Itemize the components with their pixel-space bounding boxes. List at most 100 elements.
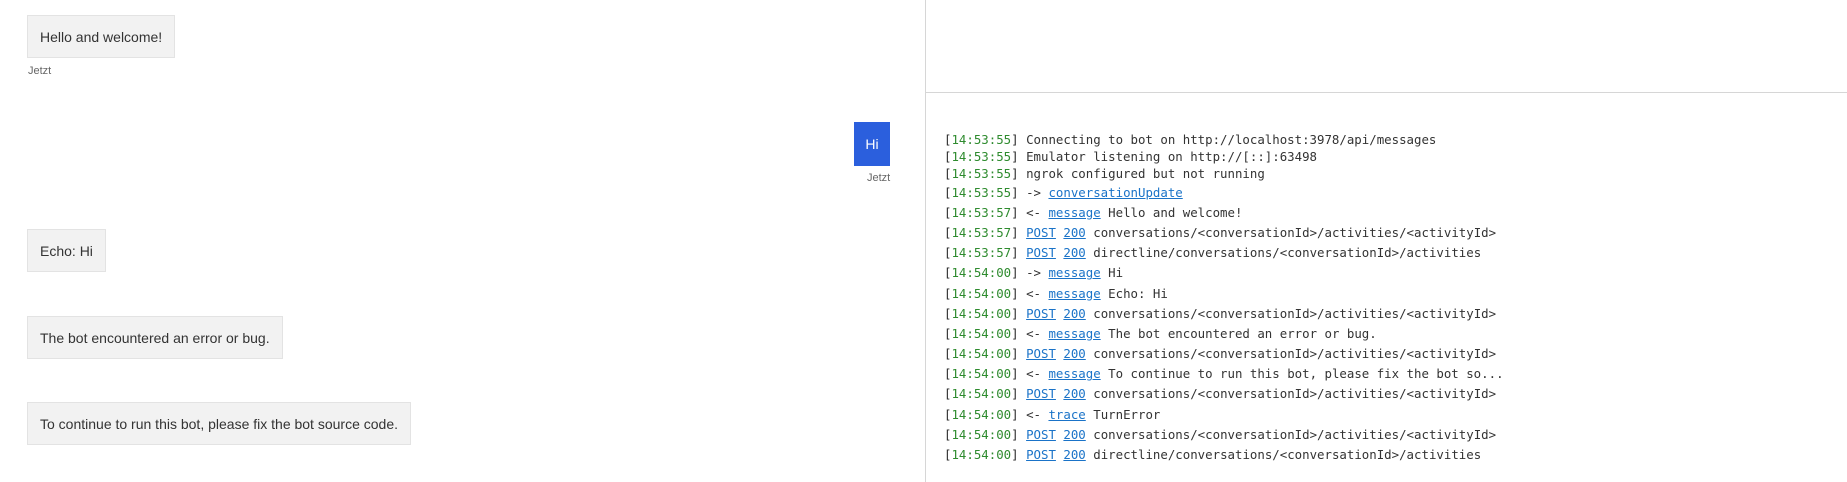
chat-transcript: Hello and welcome! Jetzt Hi Jetzt Echo: … — [0, 0, 925, 482]
log-bracket: ] — [1011, 366, 1027, 382]
log-timestamp: 14:54:00 — [951, 325, 1012, 341]
log-timestamp: 14:54:00 — [951, 346, 1012, 362]
log-direction: <- — [1026, 204, 1041, 220]
log-status-link[interactable]: 200 — [1063, 346, 1085, 361]
log-activity-link[interactable]: POST — [1026, 306, 1056, 321]
log-activity-link[interactable]: message — [1048, 265, 1100, 280]
log-entry: [14:53:55] ngrok configured but not runn… — [944, 165, 1504, 182]
log-timestamp: 14:53:55 — [951, 166, 1012, 182]
log-text: Hello and welcome! — [1108, 204, 1243, 220]
log-entry: [14:53:57] <- message Hello and welcome! — [944, 203, 1504, 223]
bot-message-bubble[interactable]: The bot encountered an error or bug. — [27, 316, 283, 359]
log-panel: [14:53:55] Connecting to bot on http://l… — [926, 93, 1847, 482]
log-text: conversations/<conversationId>/activitie… — [1093, 386, 1497, 402]
log-text: Hi — [1108, 265, 1124, 281]
log-timestamp: 14:53:55 — [951, 132, 1012, 147]
log-text: ngrok configured but not running — [1026, 166, 1265, 182]
log-activity-link[interactable]: POST — [1026, 346, 1056, 361]
log-activity-link[interactable]: POST — [1026, 245, 1056, 260]
log-entry: [14:54:00] POST 200 conversations/<conve… — [944, 344, 1504, 364]
log-timestamp: 14:54:00 — [951, 426, 1012, 442]
log-timestamp: 14:53:57 — [951, 224, 1012, 240]
log-bracket: ] — [1011, 166, 1027, 182]
log-text: Echo: Hi — [1108, 285, 1168, 301]
log-text: conversations/<conversationId>/activitie… — [1093, 426, 1497, 442]
log-entry: [14:54:00] POST 200 conversations/<conve… — [944, 304, 1504, 324]
log-activity-link[interactable]: POST — [1026, 427, 1056, 442]
log-activity-link[interactable]: POST — [1026, 225, 1056, 240]
log-bracket: ] — [1011, 386, 1027, 402]
log-text: Connecting to bot on http://localhost:39… — [1026, 132, 1437, 147]
log-timestamp: 14:54:00 — [951, 447, 1012, 462]
log-entry: [14:54:00] <- message The bot encountere… — [944, 324, 1504, 344]
log-timestamp: 14:53:57 — [951, 204, 1012, 220]
message-text: Hi — [865, 136, 879, 152]
log-activity-link[interactable]: message — [1048, 366, 1100, 381]
log-bracket: ] — [1011, 224, 1027, 240]
log-bracket: ] — [1011, 285, 1027, 301]
bot-message-bubble[interactable]: Echo: Hi — [27, 229, 106, 272]
log-activity-link[interactable]: message — [1048, 286, 1100, 301]
user-message-bubble[interactable]: Hi — [854, 122, 890, 166]
log-activity-link[interactable]: message — [1048, 326, 1100, 341]
log-status-link[interactable]: 200 — [1063, 447, 1085, 462]
log-text: conversations/<conversationId>/activitie… — [1093, 346, 1497, 362]
log-entry: [14:53:55] -> conversationUpdate — [944, 183, 1504, 203]
log-direction: <- — [1026, 406, 1041, 422]
log-bracket: ] — [1011, 184, 1027, 200]
log-bracket: ] — [1011, 132, 1027, 147]
log-timestamp: 14:54:00 — [951, 386, 1012, 402]
log-bracket: ] — [1011, 406, 1027, 422]
log-timestamp: 14:54:00 — [951, 285, 1012, 301]
log-direction: -> — [1026, 265, 1041, 281]
log-entry: [14:53:57] POST 200 directline/conversat… — [944, 243, 1504, 263]
log-text: To continue to run this bot, please fix … — [1108, 366, 1504, 382]
message-text: Echo: Hi — [40, 243, 93, 259]
log-bracket: ] — [1011, 447, 1027, 462]
log-status-link[interactable]: 200 — [1063, 427, 1085, 442]
log-entry: [14:54:00] <- message To continue to run… — [944, 364, 1504, 384]
bot-message-bubble[interactable]: Hello and welcome! — [27, 15, 176, 58]
message-timestamp: Jetzt — [28, 65, 52, 77]
log-list: [14:53:55] Connecting to bot on http://l… — [944, 131, 1504, 465]
log-entry: [14:54:00] POST 200 directline/conversat… — [944, 445, 1504, 465]
log-bracket: ] — [1011, 245, 1027, 261]
log-status-link[interactable]: 200 — [1063, 306, 1085, 321]
log-direction: -> — [1026, 184, 1041, 200]
log-entry: [14:54:00] <- message Echo: Hi — [944, 284, 1504, 304]
message-text: To continue to run this bot, please fix … — [40, 416, 398, 432]
log-activity-link[interactable]: trace — [1048, 407, 1085, 422]
log-timestamp: 14:54:00 — [951, 406, 1012, 422]
log-text: The bot encountered an error or bug. — [1108, 325, 1377, 341]
log-bracket: ] — [1011, 204, 1027, 220]
log-activity-link[interactable]: conversationUpdate — [1048, 185, 1182, 200]
log-bracket: ] — [1011, 346, 1027, 362]
log-activity-link[interactable]: POST — [1026, 386, 1056, 401]
log-timestamp: 14:53:55 — [951, 149, 1012, 165]
log-direction: <- — [1026, 325, 1041, 341]
log-activity-link[interactable]: message — [1048, 205, 1100, 220]
message-text: Hello and welcome! — [40, 29, 163, 45]
log-entry: [14:54:00] -> message Hi — [944, 263, 1504, 283]
log-text: directline/conversations/<conversationId… — [1093, 245, 1482, 261]
message-timestamp: Jetzt — [867, 172, 891, 184]
log-status-link[interactable]: 200 — [1063, 225, 1085, 240]
log-text: conversations/<conversationId>/activitie… — [1093, 224, 1497, 240]
log-direction: <- — [1026, 285, 1041, 301]
log-direction: <- — [1026, 366, 1041, 382]
message-text: The bot encountered an error or bug. — [40, 330, 270, 346]
log-text: Emulator listening on http://[::]:63498 — [1026, 149, 1318, 165]
log-bracket: ] — [1011, 265, 1027, 281]
log-status-link[interactable]: 200 — [1063, 386, 1085, 401]
log-status-link[interactable]: 200 — [1063, 245, 1085, 260]
log-entry: [14:53:57] POST 200 conversations/<conve… — [944, 223, 1504, 243]
log-bracket: ] — [1011, 149, 1027, 165]
log-entry: [14:53:55] Connecting to bot on http://l… — [944, 131, 1504, 148]
inspector-panel — [926, 0, 1847, 93]
log-entry: [14:54:00] POST 200 conversations/<conve… — [944, 425, 1504, 445]
log-text: conversations/<conversationId>/activitie… — [1093, 305, 1497, 321]
log-timestamp: 14:54:00 — [951, 265, 1012, 281]
log-bracket: ] — [1011, 305, 1027, 321]
bot-message-bubble[interactable]: To continue to run this bot, please fix … — [27, 402, 411, 445]
log-activity-link[interactable]: POST — [1026, 447, 1056, 462]
